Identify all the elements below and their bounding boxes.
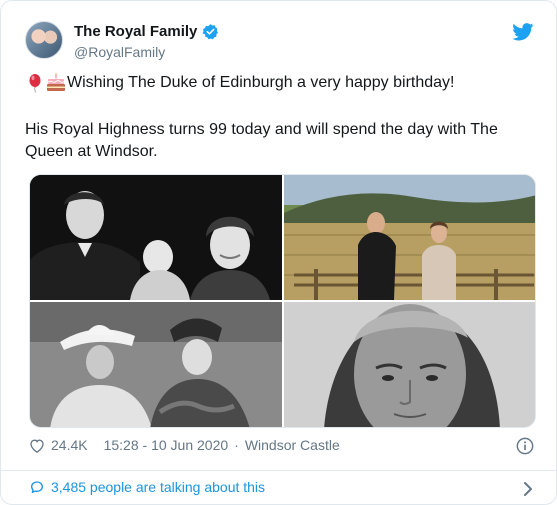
avatar[interactable] (25, 21, 63, 59)
timestamp[interactable]: 15:28 - 10 Jun 2020 (104, 437, 229, 453)
chevron-right-icon[interactable] (522, 481, 534, 497)
tweet-meta: 24.4K 15:28 - 10 Jun 2020 · Windsor Cast… (29, 437, 340, 453)
meta-separator: · (234, 437, 239, 453)
account-handle[interactable]: @RoyalFamily (74, 44, 165, 60)
photo-couple-in-field[interactable] (284, 175, 535, 300)
balloon-icon (29, 74, 41, 93)
birthday-cake-icon (47, 73, 65, 91)
comment-bubble-icon (31, 481, 43, 493)
photo-couple-with-baby[interactable] (30, 175, 282, 300)
tweet-line-1: Wishing The Duke of Edinburgh a very hap… (25, 72, 525, 94)
like-count[interactable]: 24.4K (51, 437, 88, 453)
location[interactable]: Windsor Castle (245, 437, 340, 453)
divider (1, 470, 556, 471)
photo-couple-in-hats[interactable] (30, 302, 282, 427)
verified-icon (202, 24, 219, 40)
twitter-bird-icon[interactable] (512, 23, 534, 41)
tweet-text-line-2: His Royal Highness turns 99 today and wi… (25, 121, 498, 160)
tweet-text-line-1: Wishing The Duke of Edinburgh a very hap… (67, 74, 455, 91)
conversation-label[interactable]: 3,485 people are talking about this (51, 479, 265, 495)
account-name[interactable]: The Royal Family (74, 23, 197, 40)
account-name-row[interactable]: The Royal Family (74, 23, 219, 40)
tweet-card: The Royal Family @RoyalFamily Wishing Th… (0, 0, 557, 505)
conversation-link[interactable]: 3,485 people are talking about this (29, 479, 265, 495)
photo-portrait[interactable] (284, 302, 535, 427)
photo-grid (29, 174, 536, 428)
heart-icon[interactable] (29, 438, 45, 453)
info-icon[interactable] (516, 437, 534, 455)
